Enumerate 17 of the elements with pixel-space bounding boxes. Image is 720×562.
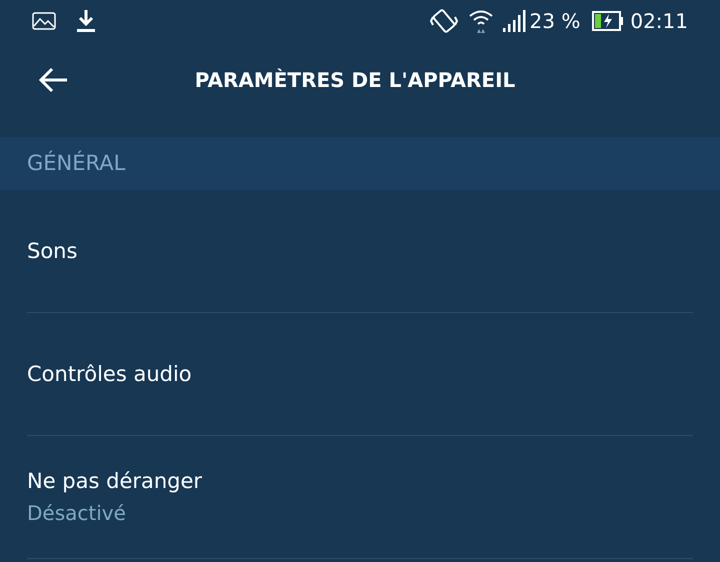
signal-icon (502, 10, 526, 32)
section-title: GÉNÉRAL (27, 150, 126, 177)
download-icon (76, 9, 96, 33)
settings-item[interactable]: Ne pas déranger Désactivé (27, 436, 693, 559)
battery-charging-icon (592, 11, 624, 31)
item-label: Ne pas déranger (27, 468, 204, 495)
item-value: Désactivé (27, 500, 127, 527)
settings-item[interactable]: Contrôles audio (27, 313, 693, 436)
battery-percent: 23 % (530, 8, 580, 35)
item-label: Contrôles audio (27, 361, 193, 388)
settings-item[interactable]: Sons (27, 190, 693, 313)
vibrate-icon (430, 7, 458, 35)
wifi-icon (468, 8, 494, 34)
image-icon (32, 12, 56, 30)
clock: 02:11 (630, 8, 688, 35)
item-label: Sons (27, 238, 78, 265)
page-title: PARAMÈTRES DE L'APPAREIL (194, 67, 516, 94)
